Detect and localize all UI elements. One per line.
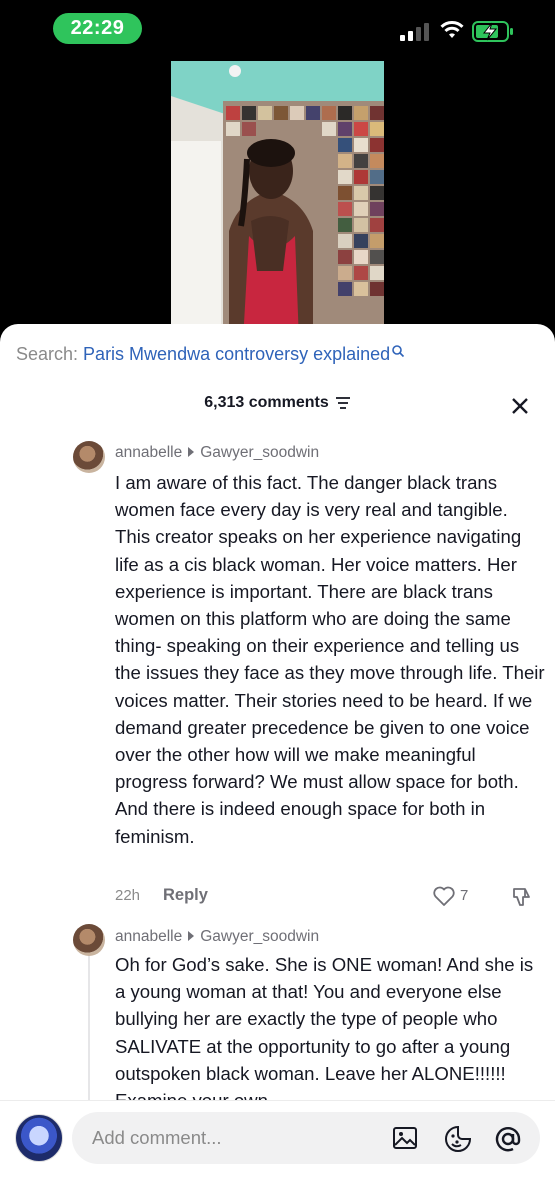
emoji-icon[interactable] [444,1125,472,1153]
comment-input-bar: Add comment... [0,1100,555,1200]
comments-sheet: Search: Paris Mwendwa controversy explai… [0,324,555,1200]
reply-to-user[interactable]: Gawyer_soodwin [200,928,319,945]
reply-button[interactable]: Reply [163,886,208,905]
like-count: 7 [460,887,469,904]
comment-time: 22h [115,887,141,904]
status-bar: 22:29 [0,0,555,58]
search-suggestion[interactable]: Search: Paris Mwendwa controversy explai… [16,344,405,365]
comment-author[interactable]: annabelle [115,928,182,945]
wifi-icon [440,21,464,38]
comment-input-placeholder: Add comment... [92,1127,222,1148]
comment-meta: annabelle Gawyer_soodwin [115,444,319,462]
comments-header: 6,313 comments [0,394,555,412]
battery-charging-icon [472,21,513,42]
image-icon[interactable] [392,1125,418,1151]
comment-author[interactable]: annabelle [115,444,182,461]
comment-text: Oh for God’s sake. She is ONE woman! And… [115,954,534,1111]
reply-arrow-icon [188,447,195,458]
comment-text: I am aware of this fact. The danger blac… [115,472,545,847]
reply-to-user[interactable]: Gawyer_soodwin [200,444,319,461]
status-time: 22:29 [53,13,142,44]
avatar[interactable] [73,924,105,956]
search-icon [392,345,405,358]
comment-meta: annabelle Gawyer_soodwin [115,928,319,946]
cellular-signal-icon [400,23,429,41]
video-frame-image [171,61,384,341]
avatar[interactable] [73,441,105,473]
comments-sort-toggle[interactable]: 6,313 comments [204,394,351,412]
filter-icon [335,397,350,409]
reply-arrow-icon [188,931,195,942]
mention-icon[interactable] [494,1125,522,1153]
comment-actions: 22h Reply 7 [115,885,545,911]
heart-icon[interactable] [432,885,456,907]
comments-count: 6,313 comments [204,394,329,411]
avatar[interactable] [15,1114,63,1162]
comment-input[interactable]: Add comment... [72,1112,540,1164]
close-icon[interactable] [510,396,530,416]
dislike-icon[interactable] [511,885,533,909]
search-prefix: Search: [16,344,84,364]
search-query-link[interactable]: Paris Mwendwa controversy explained [83,344,390,364]
video-preview[interactable] [171,61,384,341]
